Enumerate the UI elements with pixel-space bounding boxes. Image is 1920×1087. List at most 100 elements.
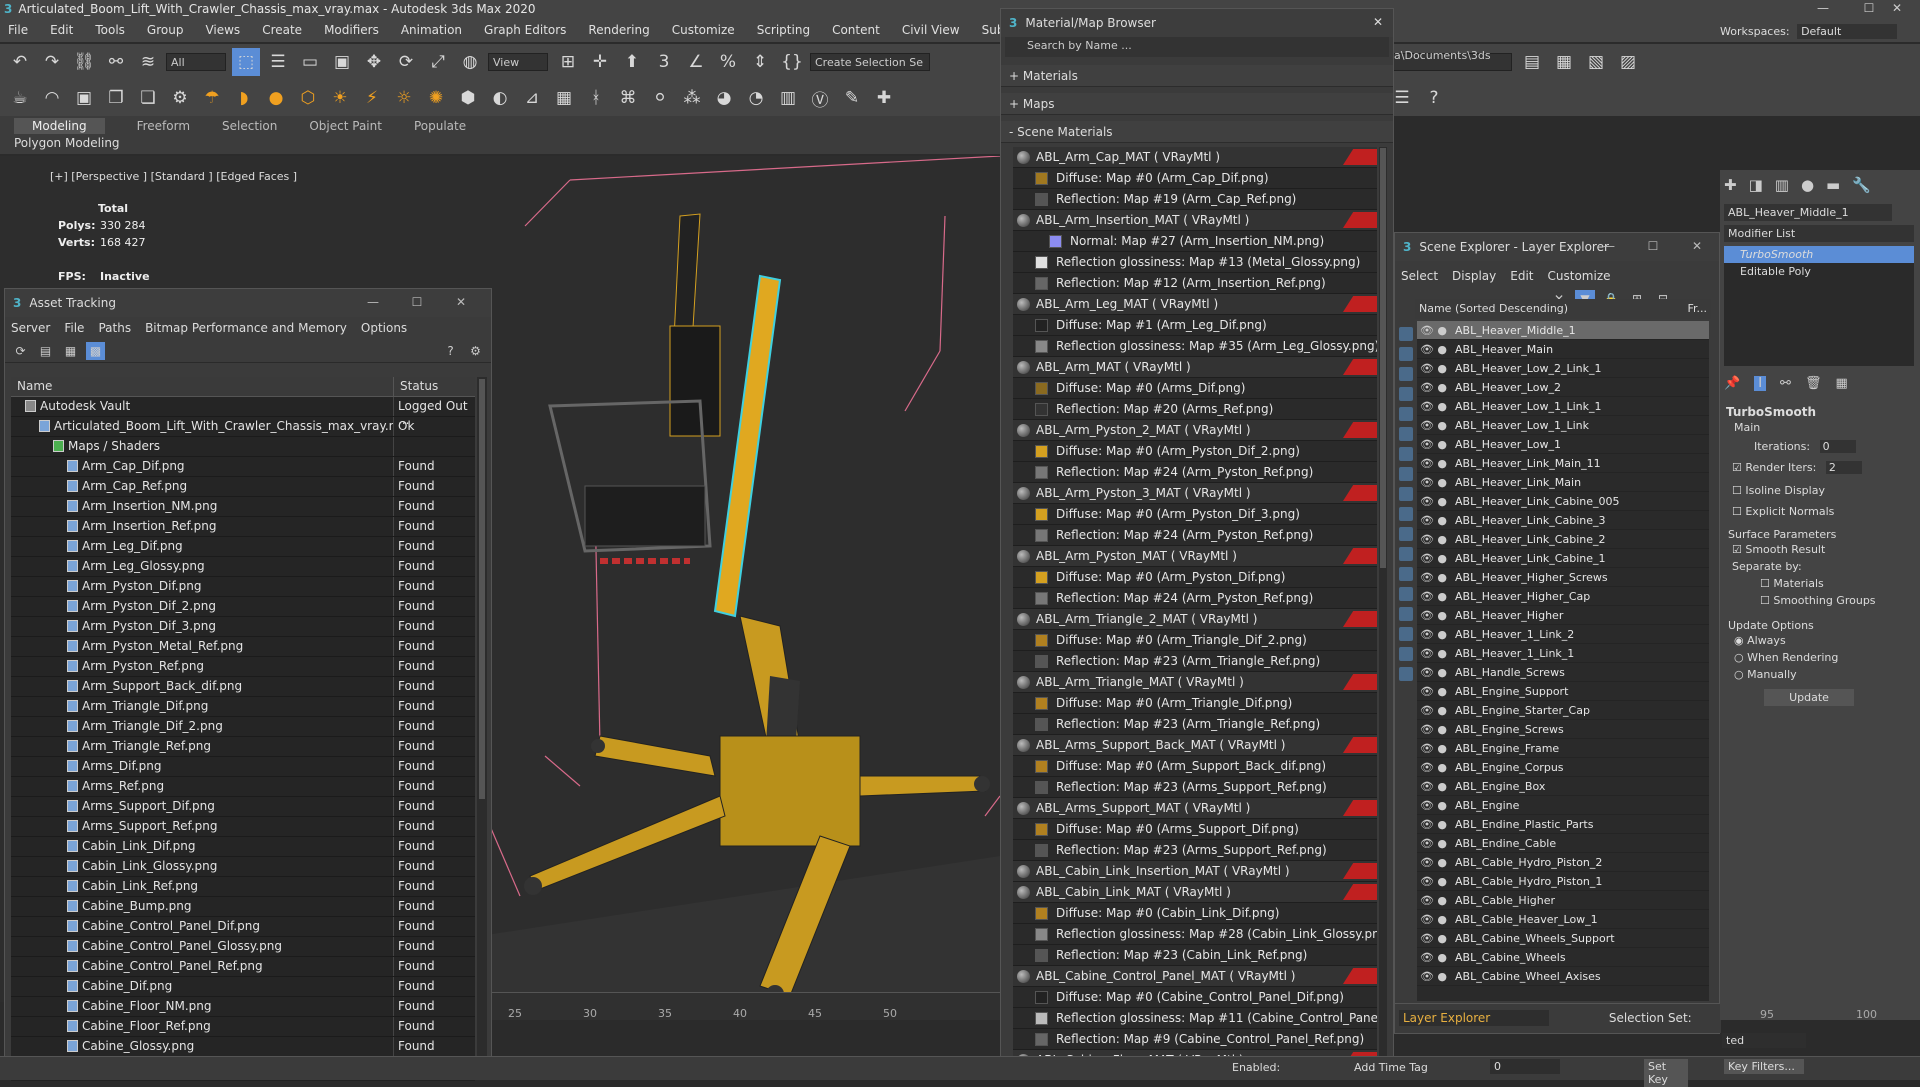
list-item[interactable]: 👁 ● ABL_Heaver_Middle_1 [1417,321,1709,340]
menu-item[interactable]: Tools [95,23,125,37]
close-button[interactable]: ✕ [1373,15,1383,29]
table-row[interactable]: Cabin_Link_Ref.png Found [11,877,475,897]
filter-type-icon[interactable] [1399,367,1413,381]
set-key-button[interactable]: Set Key [1644,1059,1688,1087]
maximize-button[interactable]: ☐ [1631,239,1675,253]
menu-item[interactable]: Edit [50,23,73,37]
list-item[interactable]: 👁 ● ABL_Heaver_Link_Cabine_1 [1417,549,1709,568]
materials-section[interactable]: + Materials [1001,65,1393,87]
scale-icon[interactable]: ⤢ [424,48,452,76]
map-row[interactable]: Reflection: Map #24 (Arm_Pyston_Ref.png) [1013,525,1377,546]
move-icon[interactable]: ✥ [360,48,388,76]
table-row[interactable]: Arm_Support_Back_dif.png Found [11,677,475,697]
list-item[interactable]: 👁 ● ABL_Heaver_Link_Cabine_3 [1417,511,1709,530]
scene-menu-item[interactable]: Customize [1548,269,1611,283]
table-row[interactable]: Cabine_Control_Panel_Dif.png Found [11,917,475,937]
select-object-icon[interactable]: ⬚ [232,48,260,76]
render-teapot-icon[interactable]: ◔ [742,84,770,112]
list-item[interactable]: 👁 ● ABL_Heaver_Higher_Cap [1417,587,1709,606]
material-row[interactable]: ABL_Arm_Pyston_MAT ( VRayMtl ) [1013,546,1377,567]
smooth-result-checkbox[interactable]: ☑ Smooth Result [1720,541,1920,558]
viewport-label[interactable]: [+] [Perspective ] [Standard ] [Edged Fa… [50,170,297,183]
spot-light-icon[interactable]: ☀ [326,84,354,112]
material-row[interactable]: ABL_Arm_Insertion_MAT ( VRayMtl ) [1013,210,1377,231]
list-item[interactable]: 👁 ● ABL_Engine_Starter_Cap [1417,701,1709,720]
visibility-eye-icon[interactable]: 👁 ● [1417,951,1447,964]
key-filters-button[interactable]: Key Filters... [1724,1059,1804,1074]
list-item[interactable]: 👁 ● ABL_Cable_Hydro_Piston_1 [1417,872,1709,891]
map-row[interactable]: Diffuse: Map #0 (Arm_Cap_Dif.png) [1013,168,1377,189]
map-row[interactable]: Diffuse: Map #0 (Cabine_Control_Panel_Di… [1013,987,1377,1008]
list-item[interactable]: 👁 ● ABL_Heaver_Higher [1417,606,1709,625]
table-row[interactable]: Maps / Shaders [11,437,475,457]
modify-tab-icon[interactable]: ◨ [1749,176,1763,194]
table-row[interactable]: Arms_Support_Ref.png Found [11,817,475,837]
keyboard-shortcut-icon[interactable]: ⬆ [618,48,646,76]
visibility-eye-icon[interactable]: 👁 ● [1417,533,1447,546]
material-row[interactable]: ABL_Arms_Support_MAT ( VRayMtl ) [1013,798,1377,819]
menu-item[interactable]: Group [147,23,184,37]
table-row[interactable]: Arms_Support_Dif.png Found [11,797,475,817]
visibility-eye-icon[interactable]: 👁 ● [1417,457,1447,470]
table-view-icon[interactable]: ▩ [86,341,105,360]
visibility-eye-icon[interactable]: 👁 ● [1417,780,1447,793]
stack-item-turbosmooth[interactable]: TurboSmooth [1724,246,1914,263]
sun-icon[interactable]: ☼ [390,84,418,112]
list-view-icon[interactable]: ▤ [36,342,55,360]
visibility-eye-icon[interactable]: 👁 ● [1417,571,1447,584]
create-tab-icon[interactable]: ✚ [1724,176,1737,194]
table-row[interactable]: Articulated_Boom_Lift_With_Crawler_Chass… [11,417,475,437]
visibility-eye-icon[interactable]: 👁 ● [1417,495,1447,508]
list-item[interactable]: 👁 ● ABL_Cabine_Wheel_Axises [1417,967,1709,986]
when-rendering-radio[interactable]: ○ When Rendering [1720,649,1920,666]
add-time-tag[interactable]: Add Time Tag [1354,1061,1428,1074]
table-row[interactable]: Cabine_Control_Panel_Glossy.png Found [11,937,475,957]
scene-menu-item[interactable]: Edit [1510,269,1533,283]
map-row[interactable]: Diffuse: Map #0 (Arm_Pyston_Dif_2.png) [1013,441,1377,462]
placement-icon[interactable]: ◍ [456,48,484,76]
filter-type-icon[interactable] [1399,487,1413,501]
visibility-eye-icon[interactable]: 👁 ● [1417,818,1447,831]
maps-section[interactable]: + Maps [1001,93,1393,115]
list-item[interactable]: 👁 ● ABL_Heaver_Low_1_Link_1 [1417,397,1709,416]
table-row[interactable]: Arm_Triangle_Dif.png Found [11,697,475,717]
map-row[interactable]: Reflection: Map #12 (Arm_Insertion_Ref.p… [1013,273,1377,294]
teapot-icon[interactable]: ☕ [6,84,34,112]
scene-column-header[interactable]: Name (Sorted Descending) Fr... [1415,299,1711,319]
unlink-icon[interactable]: ⚯ [102,48,130,76]
clone-icon[interactable]: ❏ [134,84,162,112]
list-item[interactable]: 👁 ● ABL_Heaver_Low_1 [1417,435,1709,454]
pin-stack-icon[interactable]: 📌 [1724,376,1740,391]
table-row[interactable]: Arm_Leg_Dif.png Found [11,537,475,557]
visibility-eye-icon[interactable]: 👁 ● [1417,324,1447,337]
map-row[interactable]: Diffuse: Map #0 (Arm_Pyston_Dif.png) [1013,567,1377,588]
map-row[interactable]: Diffuse: Map #0 (Arm_Pyston_Dif_3.png) [1013,504,1377,525]
map-row[interactable]: Reflection: Map #9 (Cabine_Control_Panel… [1013,1029,1377,1050]
selected-dropdown[interactable]: ted [1722,1033,1806,1048]
pivot-icon[interactable]: ⊞ [554,48,582,76]
map-row[interactable]: Reflection glossiness: Map #35 (Arm_Leg_… [1013,336,1377,357]
visibility-eye-icon[interactable]: 👁 ● [1417,685,1447,698]
menu-item[interactable]: Scripting [757,23,810,37]
redo-icon[interactable]: ↷ [38,48,66,76]
list-item[interactable]: 👁 ● ABL_Cabine_Wheels [1417,948,1709,967]
plus-icon[interactable]: ✚ [870,84,898,112]
ribbon-tab[interactable]: Object Paint [309,119,382,133]
smoothing-groups-checkbox[interactable]: ☐ Smoothing Groups [1720,592,1920,609]
table-row[interactable]: Cabine_Dif.png Found [11,977,475,997]
proxy-icon[interactable]: ⬢ [454,84,482,112]
table-row[interactable]: Arm_Insertion_Ref.png Found [11,517,475,537]
show-end-result-icon[interactable]: Ⅰ [1754,376,1767,391]
visibility-eye-icon[interactable]: 👁 ● [1417,609,1447,622]
list-item[interactable]: 👁 ● ABL_Cable_Hydro_Piston_2 [1417,853,1709,872]
visibility-eye-icon[interactable]: 👁 ● [1417,742,1447,755]
visibility-eye-icon[interactable]: 👁 ● [1417,514,1447,527]
map-row[interactable]: Reflection: Map #24 (Arm_Pyston_Ref.png) [1013,462,1377,483]
menu-item[interactable]: File [8,23,28,37]
utilities-tab-icon[interactable]: 🔧 [1852,176,1871,194]
ribbon-tab[interactable]: Modeling [14,118,105,134]
list-item[interactable]: 👁 ● ABL_Endine_Plastic_Parts [1417,815,1709,834]
visibility-eye-icon[interactable]: 👁 ● [1417,343,1447,356]
list-item[interactable]: 👁 ● ABL_Heaver_Low_1_Link [1417,416,1709,435]
map-row[interactable]: Diffuse: Map #0 (Arm_Triangle_Dif_2.png) [1013,630,1377,651]
